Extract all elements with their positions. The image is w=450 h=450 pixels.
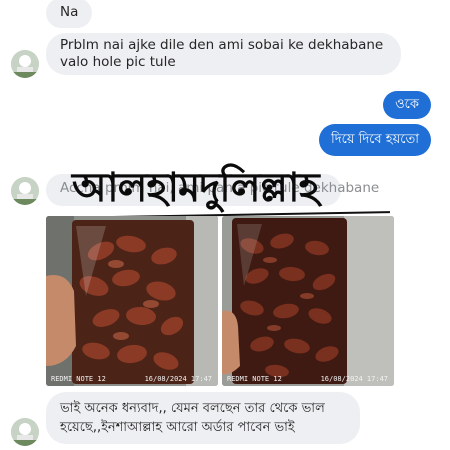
dates-photo-left xyxy=(46,216,218,386)
message-text: দিয়ে দিবে হয়তো xyxy=(331,132,419,147)
contact-avatar[interactable] xyxy=(11,418,39,446)
contact-avatar[interactable] xyxy=(11,50,39,78)
photo-watermark: REDMI NOTE 12 xyxy=(227,375,282,383)
message-text-line: valo hole pic tule xyxy=(60,54,176,70)
message-text-line: হয়েছে,,ইনশাআল্লাহ আরো অর্ডার পাবেন ভাই xyxy=(60,420,295,435)
photo-watermark: REDMI NOTE 12 xyxy=(51,375,106,383)
avatar-image xyxy=(11,50,39,78)
message-text-line: ভাই অনেক ধন্যবাদ,, যেমন বলছেন তার থেকে ভ… xyxy=(60,401,325,416)
photo-timestamp: 16/08/2024 17:47 xyxy=(144,375,212,383)
message-bubble-outgoing[interactable]: দিয়ে দিবে হয়তো xyxy=(319,124,431,156)
avatar-image xyxy=(11,177,39,205)
message-bubble-incoming[interactable]: ভাই অনেক ধন্যবাদ,, যেমন বলছেন তার থেকে ভ… xyxy=(46,392,360,444)
photo-timestamp: 16/08/2024 17:47 xyxy=(320,375,388,383)
message-text: Na xyxy=(60,4,79,20)
message-text-line: Prblm nai ajke dile den ami sobai ke dek… xyxy=(60,37,384,53)
message-text: ওকে xyxy=(395,97,419,112)
contact-avatar[interactable] xyxy=(11,177,39,205)
photo-attachment-left[interactable]: REDMI NOTE 12 16/08/2024 17:47 xyxy=(46,216,218,386)
avatar-image xyxy=(11,418,39,446)
message-bubble-incoming[interactable]: Na xyxy=(46,0,93,28)
dates-photo-right xyxy=(222,216,394,386)
message-bubble-outgoing[interactable]: ওকে xyxy=(383,91,431,119)
message-bubble-incoming[interactable]: Prblm nai ajke dile den ami sobai ke dek… xyxy=(46,33,401,75)
photo-attachment-right[interactable]: REDMI NOTE 12 16/08/2024 17:47 xyxy=(222,216,394,386)
